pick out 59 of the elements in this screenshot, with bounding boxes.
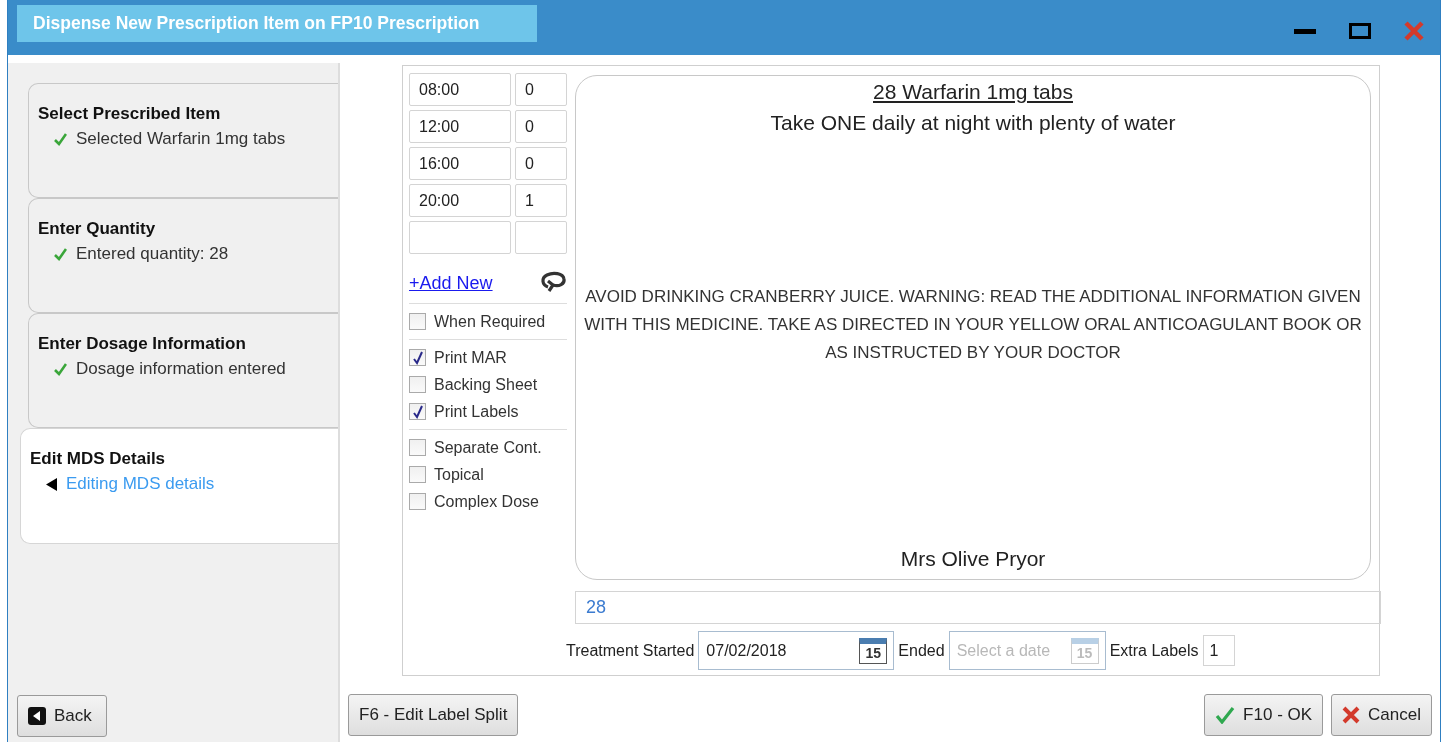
extra-labels-field[interactable]: 1 <box>1202 635 1235 666</box>
dose-field[interactable]: 0 <box>515 110 567 143</box>
dose-field[interactable] <box>515 221 567 254</box>
checkbox[interactable] <box>409 493 426 510</box>
checkbox[interactable] <box>409 313 426 330</box>
step-status: Entered quantity: 28 <box>76 244 229 264</box>
quantity-field[interactable]: 28 <box>575 591 1381 624</box>
step-title: Select Prescribed Item <box>38 104 222 124</box>
ok-button[interactable]: F10 - OK <box>1204 694 1324 736</box>
dose-field[interactable]: 0 <box>515 147 567 180</box>
checkbox-label: Backing Sheet <box>434 375 538 394</box>
treatment-started-label: Treatment Started <box>566 641 695 660</box>
ended-label: Ended <box>898 641 945 660</box>
close-icon <box>1342 706 1361 724</box>
time-field[interactable]: 12:00 <box>409 110 511 143</box>
patient-name: Mrs Olive Pryor <box>900 547 1046 571</box>
checkbox-label: Complex Dose <box>434 492 539 511</box>
time-field[interactable] <box>409 221 511 254</box>
checkbox-label: Print Labels <box>434 402 519 421</box>
step-title: Enter Dosage Information <box>38 334 247 354</box>
checkbox[interactable] <box>409 349 426 366</box>
step-title: Edit MDS Details <box>30 449 167 469</box>
checkmark-icon <box>1215 706 1236 724</box>
add-new-link[interactable]: +Add New <box>409 272 493 294</box>
cancel-button[interactable]: Cancel <box>1331 694 1432 736</box>
minimize-icon[interactable] <box>1294 27 1316 35</box>
extra-labels-label: Extra Labels <box>1109 641 1199 660</box>
checkbox[interactable] <box>409 439 426 456</box>
start-date-field[interactable]: 07/02/2018 15 <box>698 631 895 670</box>
checkbox[interactable] <box>409 466 426 483</box>
step-card[interactable]: Select Prescribed Item Selected Warfarin 1mg tabs <box>28 83 338 198</box>
label-title: 28 Warfarin 1mg tabs <box>873 80 1073 104</box>
back-button[interactable]: Back <box>17 695 107 737</box>
checkbox-label: When Required <box>434 312 546 331</box>
dose-field[interactable]: 0 <box>515 73 567 106</box>
step-title: Enter Quantity <box>38 219 157 239</box>
maximize-icon[interactable] <box>1349 23 1371 39</box>
checkbox[interactable] <box>409 403 426 420</box>
step-card[interactable]: Enter Quantity Entered quantity: 28 <box>28 198 338 313</box>
close-icon[interactable] <box>1404 21 1424 41</box>
time-field[interactable]: 16:00 <box>409 147 511 180</box>
time-field[interactable]: 20:00 <box>409 184 511 217</box>
edit-label-split-button[interactable]: F6 - Edit Label Split <box>348 694 519 736</box>
checkbox-label: Separate Cont. <box>434 438 542 457</box>
checkbox-label: Topical <box>434 465 484 484</box>
checkbox-label: Print MAR <box>434 348 507 367</box>
step-card[interactable]: Edit MDS Details Editing MDS details <box>20 428 338 544</box>
label-directions: Take ONE daily at night with plenty of water <box>770 111 1176 135</box>
label-warning: AVOID DRINKING CRANBERRY JUICE. WARNING: READ THE ADDITIONAL INFORMATION GIVEN WITH THIS MEDICINE. TAKE AS DIRECTED IN YOUR YELLOW ORAL ANTICOAGULANT BOOK OR AS INSTRUCTED BY YOUR DOCTOR <box>583 286 1363 364</box>
time-field[interactable]: 08:00 <box>409 73 511 106</box>
window-title: Dispense New Prescription Item on FP10 Prescription <box>17 5 537 42</box>
step-status: Editing MDS details <box>66 474 215 494</box>
dose-field[interactable]: 1 <box>515 184 567 217</box>
checkbox[interactable] <box>409 376 426 393</box>
back-icon <box>28 707 46 725</box>
step-status: Dosage information entered <box>76 359 286 379</box>
calendar-icon[interactable]: 15 <box>859 637 888 664</box>
step-status: Selected Warfarin 1mg tabs <box>76 129 286 149</box>
step-card[interactable]: Enter Dosage Information Dosage information entered <box>28 313 338 428</box>
